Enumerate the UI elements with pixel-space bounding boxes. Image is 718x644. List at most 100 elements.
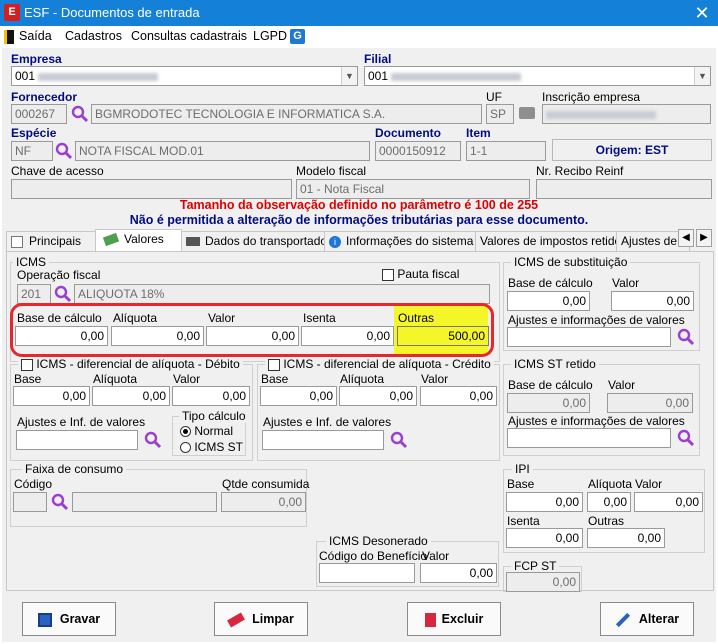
op-fiscal-label: Operação fiscal [17,268,101,282]
search-icon[interactable] [676,327,696,347]
dd-valor-label: Valor [173,372,201,386]
search-icon[interactable] [54,141,74,161]
dd-base-field[interactable]: 0,00 [13,386,90,406]
tab-transportador[interactable]: Dados do transportador [181,231,325,251]
tab-valores[interactable]: Valores [95,229,182,251]
alterar-button[interactable]: Alterar [600,602,694,636]
gravar-button[interactable]: Gravar [22,602,116,636]
tab-label: Valores de impostos retidos [480,234,617,248]
menu-consultas[interactable]: Consultas cadastrais [131,29,247,43]
tab-principais[interactable]: Principais [6,231,96,251]
fornecedor-code[interactable]: 000267 [11,104,67,124]
dc-base-field[interactable]: 0,00 [260,386,337,406]
search-icon[interactable] [70,104,90,124]
empresa-select[interactable]: 001 ▼ [11,66,358,86]
save-icon [37,612,52,627]
dc-ajustes-field[interactable] [262,430,384,450]
dc-aliq-field[interactable]: 0,00 [339,386,417,406]
str-valor-label: Valor [608,378,636,392]
dc-ajustes-label: Ajustes e Inf. de valores [263,415,392,429]
search-icon[interactable] [50,492,70,512]
ipi-aliq-field[interactable]: 0,00 [587,492,631,512]
ipi-base-field[interactable]: 0,00 [506,492,583,512]
dd-valor-field[interactable]: 0,00 [172,386,250,406]
especie-code[interactable]: NF [11,141,53,161]
ipi-isenta-field[interactable]: 0,00 [506,528,583,548]
checkbox[interactable] [382,268,394,281]
dd-aliq-field[interactable]: 0,00 [92,386,170,406]
str-ajustes-field[interactable] [507,428,671,448]
dc-valor-field[interactable]: 0,00 [420,386,497,406]
chevron-down-icon: ▼ [341,67,357,85]
difal-credito-title[interactable]: ICMS - diferencial de alíquota - Crédito [265,357,494,371]
fcp-st-title: FCP ST [511,559,560,573]
help-g-icon[interactable]: G [290,29,305,44]
documento-field: 0000150912 [375,141,461,161]
tipo-st-radio[interactable]: ICMS ST [180,440,243,454]
ipi-valor-field[interactable]: 0,00 [634,492,703,512]
tab-label: Principais [29,234,82,248]
op-fiscal-code[interactable]: 201 [17,284,51,304]
ipi-valor-label: Valor [635,477,663,491]
tab-scroll-right-button[interactable]: ▶ [696,229,712,247]
st-valor-field[interactable]: 0,00 [611,291,694,311]
st-base-field[interactable]: 0,00 [507,291,590,311]
pencil-icon [615,612,630,627]
ipi-base-label: Base [507,477,535,491]
exit-icon [4,30,14,44]
menu-bar: Saída Cadastros Consultas cadastrais LGP… [0,26,718,48]
dd-aliq-label: Alíquota [93,372,138,386]
dd-ajustes-label: Ajustes e Inf. de valores [17,415,146,429]
modelo-field: 01 - Nota Fiscal [296,179,530,199]
limpar-button[interactable]: Limpar [214,602,308,636]
desonerado-valor-field[interactable]: 0,00 [420,563,497,583]
recibo-label: Nr. Recibo Reinf [536,164,624,178]
st-ajustes-field[interactable] [507,327,671,347]
faixa-codigo-label: Código [14,477,53,491]
menu-saida[interactable]: Saída [19,29,52,43]
search-icon[interactable] [143,430,163,450]
dc-base-label: Base [261,372,289,386]
radio-unselected[interactable] [180,442,191,454]
tipo-calculo-title: Tipo cálculo [179,409,249,423]
pauta-fiscal-checkbox[interactable]: Pauta fiscal [382,267,459,281]
icms-st-title: ICMS de substituição [511,255,631,269]
desonerado-cod-label: Código do Benefício [319,549,428,563]
checkbox[interactable] [268,358,280,371]
close-button[interactable]: ✕ [690,2,714,24]
st-base-label: Base de cálculo [508,276,593,290]
dd-ajustes-field[interactable] [16,430,138,450]
faixa-codigo-field[interactable] [13,492,47,512]
ipi-outras-field[interactable]: 0,00 [587,528,665,548]
ipi-aliq-label: Alíquota [588,477,633,491]
ipi-title: IPI [512,462,533,476]
filial-select[interactable]: 001 ▼ [364,66,711,86]
chave-field [11,179,292,199]
radio-selected[interactable] [180,426,191,438]
pauta-label: Pauta fiscal [397,267,460,281]
uf-field: SP [486,104,514,124]
search-icon[interactable] [389,430,409,450]
excluir-button[interactable]: Excluir [407,602,501,636]
icms-st-retido-title: ICMS ST retido [511,357,599,371]
tab-impostos-retidos[interactable]: Valores de impostos retidos [475,231,617,251]
printer-icon[interactable] [519,107,535,119]
search-icon[interactable] [53,284,73,304]
tab-informacoes[interactable]: i Informações do sistema [324,231,476,251]
search-icon[interactable] [676,428,696,448]
tab-scroll-left-button[interactable]: ◀ [678,229,694,247]
document-icon [11,235,23,248]
menu-cadastros[interactable]: Cadastros [65,29,122,43]
app-icon: E [4,4,20,21]
empresa-value: 001 [15,69,36,83]
ipi-isenta-label: Isenta [507,514,540,528]
difal-debito-title[interactable]: ICMS - diferencial de alíquota - Débito [18,357,243,371]
eraser-icon [227,612,246,628]
money-icon [102,233,120,247]
icms-title: ICMS [13,255,49,269]
menu-lgpd[interactable]: LGPD [253,29,287,43]
checkbox[interactable] [21,358,33,371]
difal-credito-label: ICMS - diferencial de alíquota - Crédito [283,357,491,371]
desonerado-cod-field[interactable] [319,563,415,583]
tipo-normal-radio[interactable]: Normal [180,424,233,438]
